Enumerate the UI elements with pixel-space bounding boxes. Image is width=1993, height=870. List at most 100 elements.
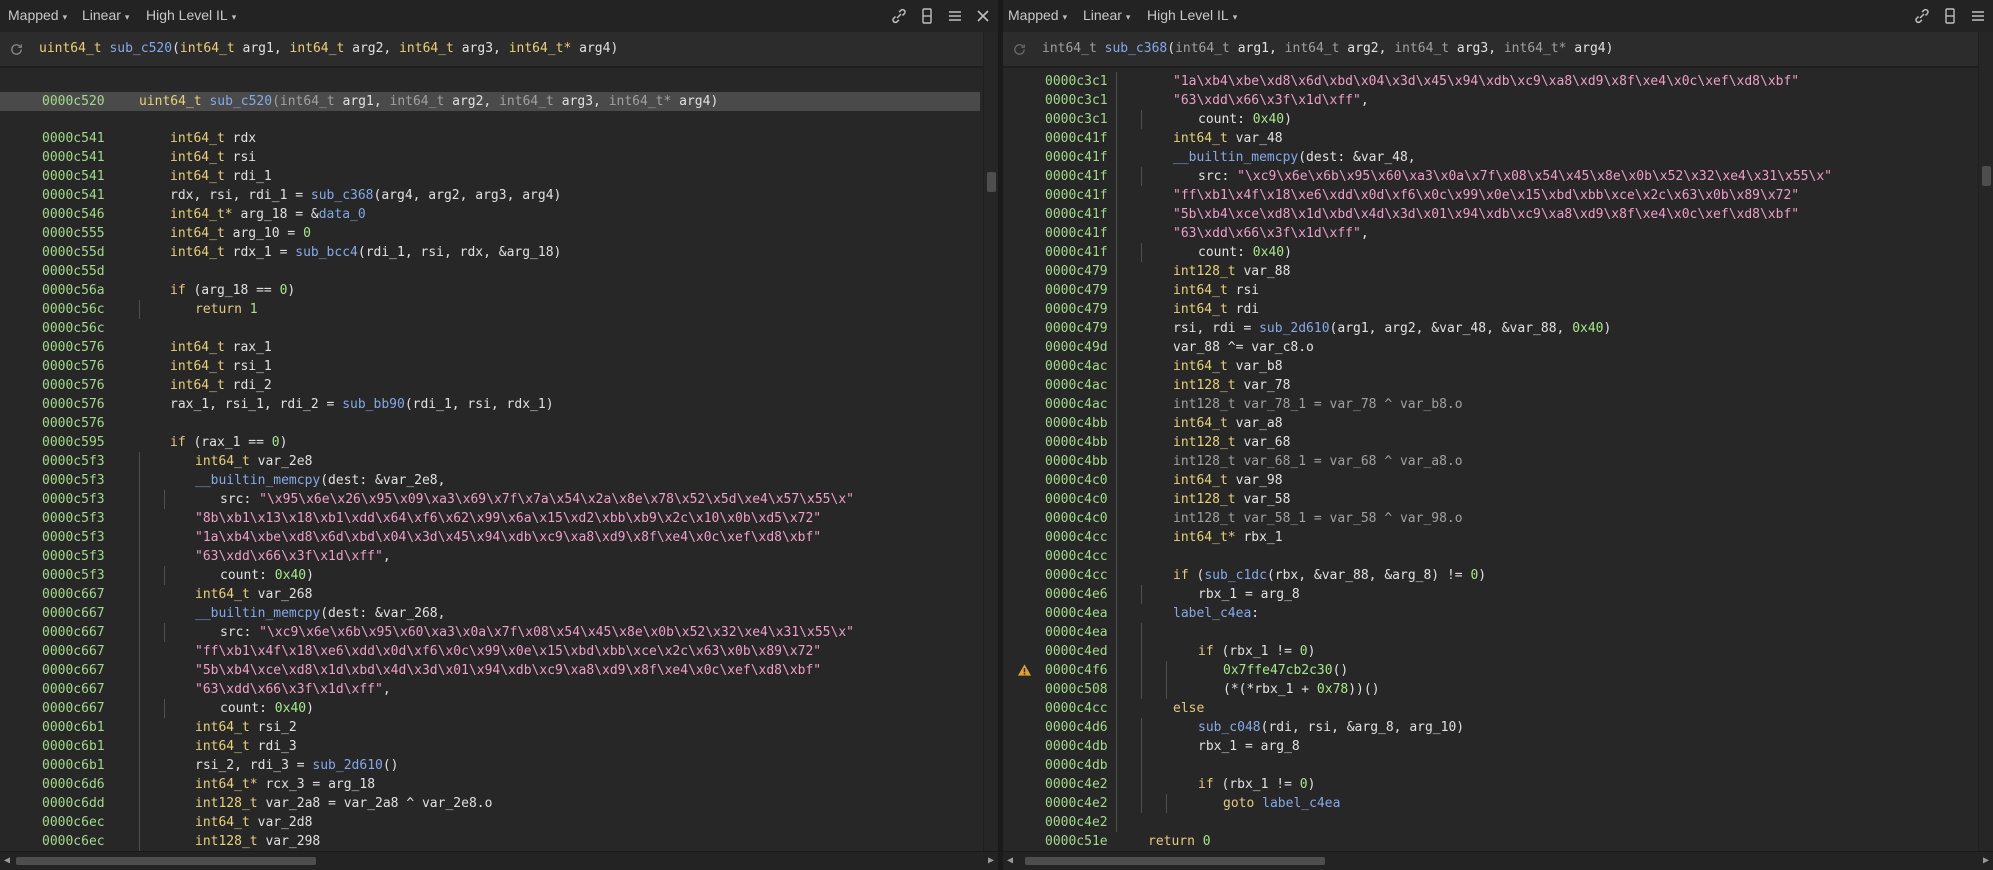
code-line[interactable]: 0000c4db rbx_1 = arg_8 bbox=[1003, 737, 1975, 756]
code-line[interactable]: 0000c41f "5b\xb4\xce\xd8\x1d\xbd\x4d\x3d\… bbox=[1003, 205, 1975, 224]
link-icon[interactable] bbox=[888, 5, 910, 27]
code-line[interactable]: 0000c576 int64_t rsi_1 bbox=[0, 357, 980, 376]
code-line[interactable]: 0000c555 int64_t arg_10 = 0 bbox=[0, 224, 980, 243]
code-line[interactable]: 0000c4e2 if (rbx_1 != 0) bbox=[1003, 775, 1975, 794]
scroll-left-icon[interactable]: ◀ bbox=[1007, 855, 1013, 866]
sync-icon[interactable] bbox=[9, 42, 24, 57]
code-line[interactable]: 0000c4ea label_c4ea: bbox=[1003, 604, 1975, 623]
code-line[interactable]: 0000c4cc if (sub_c1dc(rbx, &var_88, &arg_… bbox=[1003, 566, 1975, 585]
code-line[interactable]: 0000c4bb int64_t var_a8 bbox=[1003, 414, 1975, 433]
hamburger-menu-icon[interactable] bbox=[944, 5, 966, 27]
code-line[interactable]: 0000c5f3 "8b\xb1\x13\x18\xb1\xdd\x64\xf6\… bbox=[0, 509, 980, 528]
code-line[interactable]: 0000c576 bbox=[0, 414, 980, 433]
code-line[interactable]: 0000c4e2 goto label_c4ea bbox=[1003, 794, 1975, 813]
code-line[interactable]: 0000c5f3 src: "\x95\x6e\x26\x95\x09\xa3\x… bbox=[0, 490, 980, 509]
code-line[interactable]: 0000c4c0 int128_t var_58_1 = var_58 ^ var… bbox=[1003, 509, 1975, 528]
code-line[interactable]: 0000c576 rax_1, rsi_1, rdi_2 = sub_bb90(r… bbox=[0, 395, 980, 414]
split-pane-icon[interactable] bbox=[916, 5, 938, 27]
code-line[interactable]: 0000c479 int64_t rsi bbox=[1003, 281, 1975, 300]
code-line[interactable]: 0000c56c bbox=[0, 319, 980, 338]
code-line[interactable]: 0000c541 int64_t rsi bbox=[0, 148, 980, 167]
right-menu-il[interactable]: High Level IL ▾ bbox=[1147, 7, 1237, 23]
code-line[interactable]: 0000c508 (*(*rbx_1 + 0x78))() bbox=[1003, 680, 1975, 699]
code-line[interactable]: 0000c4ac int128_t var_78 bbox=[1003, 376, 1975, 395]
code-line[interactable]: 0000c4c0 int64_t var_98 bbox=[1003, 471, 1975, 490]
code-line[interactable]: 0000c667 src: "\xc9\x6e\x6b\x95\x60\xa3\x… bbox=[0, 623, 980, 642]
code-line[interactable]: 0000c541 rdx, rsi, rdi_1 = sub_c368(arg4,… bbox=[0, 186, 980, 205]
code-line[interactable]: 0000c541 int64_t rdx bbox=[0, 129, 980, 148]
code-line[interactable]: 0000c479 int64_t rdi bbox=[1003, 300, 1975, 319]
code-line[interactable]: 0000c4db bbox=[1003, 756, 1975, 775]
code-line[interactable]: 0000c667 int64_t var_268 bbox=[0, 585, 980, 604]
scroll-right-icon[interactable]: ▶ bbox=[988, 855, 994, 866]
left-menu-linear[interactable]: Linear ▾ bbox=[82, 7, 129, 23]
right-vertical-scroll-thumb[interactable] bbox=[1982, 166, 1991, 186]
right-code-view[interactable]: 0000c3c1 "1a\xb4\xbe\xd8\x6d\xbd\x04\x3d\… bbox=[1003, 72, 1975, 852]
code-line[interactable]: 0000c5f3 "1a\xb4\xbe\xd8\x6d\xbd\x04\x3d\… bbox=[0, 528, 980, 547]
code-line[interactable]: 0000c55d bbox=[0, 262, 980, 281]
left-horizontal-scroll-thumb[interactable] bbox=[16, 857, 316, 865]
code-line[interactable]: 0000c667 "ff\xb1\x4f\x18\xe6\xdd\x0d\xf6\… bbox=[0, 642, 980, 661]
scroll-right-icon[interactable]: ▶ bbox=[1983, 855, 1989, 866]
code-line[interactable]: 0000c41f count: 0x40) bbox=[1003, 243, 1975, 262]
code-line[interactable]: 0000c6d6 int64_t* rcx_3 = arg_18 bbox=[0, 775, 980, 794]
code-line[interactable]: 0000c4bb int128_t var_68_1 = var_68 ^ var… bbox=[1003, 452, 1975, 471]
warning-icon[interactable] bbox=[1017, 663, 1032, 677]
left-menu-il[interactable]: High Level IL ▾ bbox=[146, 7, 236, 23]
code-line[interactable]: 0000c4cc bbox=[1003, 547, 1975, 566]
code-line[interactable]: 0000c4ed if (rbx_1 != 0) bbox=[1003, 642, 1975, 661]
left-code-view[interactable]: 0000c520 uint64_t sub_c520(int64_t arg1, … bbox=[0, 72, 980, 852]
code-line[interactable]: 0000c6ec int128_t var_298 bbox=[0, 832, 980, 851]
code-line[interactable]: 0000c5f3 __builtin_memcpy(dest: &var_2e8, bbox=[0, 471, 980, 490]
code-line[interactable]: 0000c49d var_88 ^= var_c8.o bbox=[1003, 338, 1975, 357]
code-line[interactable]: 0000c51e return 0 bbox=[1003, 832, 1975, 851]
code-line[interactable]: 0000c4bb int128_t var_68 bbox=[1003, 433, 1975, 452]
right-code-pane[interactable]: Mapped ▾ Linear ▾ High Level IL ▾ int64_t s… bbox=[1003, 0, 1993, 870]
link-icon[interactable] bbox=[1911, 5, 1933, 27]
code-line[interactable]: 0000c3c1 "63\xdd\x66\x3f\x1d\xff", bbox=[1003, 91, 1975, 110]
code-line[interactable]: 0000c4ac int128_t var_78_1 = var_78 ^ var… bbox=[1003, 395, 1975, 414]
code-line[interactable]: 0000c41f src: "\xc9\x6e\x6b\x95\x60\xa3\x… bbox=[1003, 167, 1975, 186]
code-line[interactable]: 0000c4cc else bbox=[1003, 699, 1975, 718]
right-horizontal-scroll-thumb[interactable] bbox=[1025, 857, 1325, 865]
hamburger-menu-icon[interactable] bbox=[1967, 5, 1989, 27]
code-line[interactable]: 0000c4ac int64_t var_b8 bbox=[1003, 357, 1975, 376]
code-line[interactable]: 0000c667 __builtin_memcpy(dest: &var_268, bbox=[0, 604, 980, 623]
right-menu-linear[interactable]: Linear ▾ bbox=[1083, 7, 1130, 23]
right-menu-mapped[interactable]: Mapped ▾ bbox=[1008, 7, 1067, 23]
code-line[interactable]: 0000c5f3 int64_t var_2e8 bbox=[0, 452, 980, 471]
left-code-pane[interactable]: Mapped ▾ Linear ▾ High Level IL ▾ uint64_t … bbox=[0, 0, 998, 870]
code-line[interactable]: 0000c55d int64_t rdx_1 = sub_bcc4(rdi_1, … bbox=[0, 243, 980, 262]
code-line[interactable]: 0000c5f3 count: 0x40) bbox=[0, 566, 980, 585]
left-vertical-scroll-thumb[interactable] bbox=[987, 172, 996, 192]
code-line[interactable]: 0000c41f int64_t var_48 bbox=[1003, 129, 1975, 148]
code-line[interactable]: 0000c3c1 count: 0x40) bbox=[1003, 110, 1975, 129]
code-line[interactable]: 0000c41f "63\xdd\x66\x3f\x1d\xff", bbox=[1003, 224, 1975, 243]
code-line[interactable]: 0000c667 count: 0x40) bbox=[0, 699, 980, 718]
code-line[interactable]: 0000c4e6 rbx_1 = arg_8 bbox=[1003, 585, 1975, 604]
code-line[interactable]: 0000c41f "ff\xb1\x4f\x18\xe6\xdd\x0d\xf6\… bbox=[1003, 186, 1975, 205]
code-line[interactable]: 0000c667 "63\xdd\x66\x3f\x1d\xff", bbox=[0, 680, 980, 699]
code-line[interactable]: 0000c541 int64_t rdi_1 bbox=[0, 167, 980, 186]
code-line[interactable]: 0000c4ea bbox=[1003, 623, 1975, 642]
code-line[interactable]: 0000c479 int128_t var_88 bbox=[1003, 262, 1975, 281]
code-line[interactable]: 0000c3c1 "1a\xb4\xbe\xd8\x6d\xbd\x04\x3d\… bbox=[1003, 72, 1975, 91]
close-icon[interactable] bbox=[972, 5, 994, 27]
code-line[interactable]: 0000c4c0 int128_t var_58 bbox=[1003, 490, 1975, 509]
split-pane-icon[interactable] bbox=[1939, 5, 1961, 27]
code-line[interactable]: 0000c667 "5b\xb4\xce\xd8\x1d\xbd\x4d\x3d\… bbox=[0, 661, 980, 680]
code-line[interactable]: 0000c479 rsi, rdi = sub_2d610(arg1, arg2,… bbox=[1003, 319, 1975, 338]
sync-icon[interactable] bbox=[1012, 42, 1027, 57]
right-vertical-scrollbar[interactable] bbox=[1978, 32, 1993, 852]
code-line[interactable]: 0000c546 int64_t* arg_18 = &data_0 bbox=[0, 205, 980, 224]
highlighted-line[interactable]: 0000c520 uint64_t sub_c520(int64_t arg1, … bbox=[0, 92, 980, 111]
code-line[interactable]: 0000c6dd int128_t var_2a8 = var_2a8 ^ var… bbox=[0, 794, 980, 813]
code-line[interactable]: 0000c4d6 sub_c048(rdi, rsi, &arg_8, arg_1… bbox=[1003, 718, 1975, 737]
code-line[interactable]: 0000c4cc int64_t* rbx_1 bbox=[1003, 528, 1975, 547]
code-line[interactable]: 0000c5f3 "63\xdd\x66\x3f\x1d\xff", bbox=[0, 547, 980, 566]
left-horizontal-scrollbar[interactable]: ◀ ▶ bbox=[0, 851, 998, 870]
left-vertical-scrollbar[interactable] bbox=[983, 32, 998, 852]
code-line[interactable]: 0000c4f6 0x7ffe47cb2c30() bbox=[1003, 661, 1975, 680]
code-line[interactable]: 0000c4e2 bbox=[1003, 813, 1975, 832]
code-line[interactable]: 0000c576 int64_t rdi_2 bbox=[0, 376, 980, 395]
